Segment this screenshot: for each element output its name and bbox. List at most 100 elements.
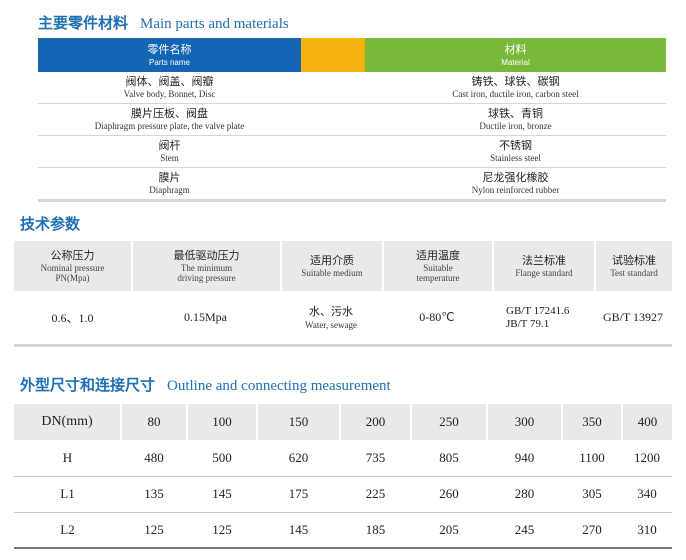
material-zh: 尼龙强化橡胶 <box>482 171 549 184</box>
part-cell: 膜片 Diaphragm <box>38 168 301 199</box>
row-spacer <box>301 168 365 199</box>
header-en: Suitable <box>423 263 453 273</box>
header-en: Nominal pressure <box>40 263 105 273</box>
flange-standard-2: JB/T 79.1 <box>506 317 550 330</box>
medium-zh: 水、污水 <box>309 304 353 318</box>
dimension-value: 205 <box>411 512 487 549</box>
dimension-value: 225 <box>340 476 411 513</box>
part-zh: 膜片压板、阀盘 <box>131 107 208 120</box>
tech-params-table: 公称压力 Nominal pressure PN(Mpa) 最低驱动压力 The… <box>14 241 672 347</box>
dn-value: 300 <box>486 404 562 440</box>
header-parts-name: 零件名称 Parts name <box>38 38 301 72</box>
row-spacer <box>301 72 365 103</box>
dimension-value: 145 <box>187 476 257 513</box>
dimension-value: 185 <box>340 512 411 549</box>
header-en: Flange standard <box>515 268 573 278</box>
table-row: L1 135 145 175 225 260 280 305 340 <box>14 476 672 513</box>
value-flange-standard: GB/T 17241.6 JB/T 79.1 <box>492 291 594 344</box>
header-zh: 公称压力 <box>50 249 95 262</box>
part-en: Diaphragm pressure plate, the valve plat… <box>94 121 245 131</box>
dimension-value: 175 <box>257 476 340 513</box>
part-en: Stem <box>160 153 179 163</box>
dimension-value: 270 <box>562 512 622 549</box>
dimension-value: 125 <box>121 512 187 549</box>
header-flange-standard: 法兰标准 Flange standard <box>492 241 594 291</box>
table-row: H 480 500 620 735 805 940 1100 1200 <box>14 440 672 477</box>
header-en2: PN(Mpa) <box>55 273 90 283</box>
header-suitable-medium: 适用介质 Suitable medium <box>280 241 382 291</box>
header-spacer <box>301 38 365 72</box>
value-test-standard: GB/T 13927 <box>602 310 664 324</box>
header-en: Suitable medium <box>301 268 363 278</box>
row-label: H <box>14 440 121 477</box>
dimension-value: 310 <box>622 512 672 549</box>
material-row: 膜片压板、阀盘 Diaphragm pressure plate, the val… <box>38 104 666 136</box>
part-cell: 阀体、阀盖、阀瓣 Valve body, Bonnet, Disc <box>38 72 301 103</box>
dimension-value: 480 <box>121 440 187 477</box>
dimension-value: 620 <box>257 440 340 477</box>
header-parts-zh: 零件名称 <box>147 42 192 56</box>
header-material-en: Material <box>501 57 530 67</box>
dimension-value: 145 <box>257 512 340 549</box>
header-zh: 适用温度 <box>416 249 460 262</box>
dimension-value: 245 <box>487 512 562 549</box>
part-en: Diaphragm <box>149 185 190 195</box>
material-zh: 不锈钢 <box>499 139 532 152</box>
dimension-value: 340 <box>622 476 672 513</box>
value-min-driving-pressure: 0.15Mpa <box>184 310 227 324</box>
header-en2: temperature <box>416 273 460 283</box>
dn-value: 80 <box>120 404 187 440</box>
dimension-value: 260 <box>411 476 487 513</box>
value-nominal-pressure: 0.6、1.0 <box>51 311 94 325</box>
section-title-dimensions: 外型尺寸和连接尺寸 Outline and connecting measure… <box>20 374 391 395</box>
table-row: L2 125 125 145 185 205 245 270 310 <box>14 512 672 549</box>
material-row: 阀杆 Stem 不锈钢 Stainless steel <box>38 136 666 168</box>
dn-value: 200 <box>339 404 411 440</box>
dn-value: 150 <box>256 404 340 440</box>
value-temperature: 0-80℃ <box>419 310 455 324</box>
material-en: Nylon reinforced rubber <box>471 185 560 195</box>
part-zh: 膜片 <box>158 171 181 184</box>
header-material-zh: 材料 <box>504 42 527 56</box>
materials-table: 零件名称 Parts name 材料 Material 阀体、阀盖、阀瓣 Valv… <box>38 38 666 202</box>
part-en: Valve body, Bonnet, Disc <box>123 89 216 99</box>
header-en: The minimum <box>180 263 233 273</box>
dimension-value: 940 <box>487 440 562 477</box>
header-parts-en: Parts name <box>149 57 190 67</box>
dimension-value: 1200 <box>622 440 672 477</box>
part-cell: 阀杆 Stem <box>38 136 301 167</box>
header-min-driving-pressure: 最低驱动压力 The minimum driving pressure <box>131 241 280 291</box>
material-cell: 铸铁、球铁、碳钢 Cast iron, ductile iron, carbon … <box>365 72 666 103</box>
header-suitable-temperature: 适用温度 Suitable temperature <box>382 241 492 291</box>
dimension-value: 735 <box>340 440 411 477</box>
tech-values-row: 0.6、1.0 0.15Mpa 水、污水 Water, sewage 0-80℃… <box>14 291 672 347</box>
dimension-value: 1100 <box>562 440 622 477</box>
material-cell: 尼龙强化橡胶 Nylon reinforced rubber <box>365 168 666 199</box>
medium-en: Water, sewage <box>305 319 357 330</box>
dimension-value: 135 <box>121 476 187 513</box>
material-zh: 球铁、青铜 <box>488 107 543 120</box>
material-zh: 铸铁、球铁、碳钢 <box>471 75 560 88</box>
dimension-value: 500 <box>187 440 257 477</box>
material-row: 阀体、阀盖、阀瓣 Valve body, Bonnet, Disc 铸铁、球铁、碳钢… <box>38 72 666 104</box>
row-label: L2 <box>14 512 121 549</box>
header-zh: 最低驱动压力 <box>173 249 240 262</box>
section-title-en: Main parts and materials <box>140 16 289 32</box>
material-en: Ductile iron, bronze <box>479 121 552 131</box>
header-material: 材料 Material <box>365 38 666 72</box>
value-suitable-medium: 水、污水 Water, sewage <box>280 291 382 344</box>
dimension-value: 805 <box>411 440 487 477</box>
dimensions-header-row: DN(mm) 80 100 150 200 250 300 350 400 <box>14 404 672 440</box>
tech-header: 公称压力 Nominal pressure PN(Mpa) 最低驱动压力 The… <box>14 241 672 291</box>
section-title-en: Outline and connecting measurement <box>167 378 391 394</box>
material-cell: 不锈钢 Stainless steel <box>365 136 666 167</box>
header-nominal-pressure: 公称压力 Nominal pressure PN(Mpa) <box>14 241 131 291</box>
materials-header: 零件名称 Parts name 材料 Material <box>38 38 666 72</box>
header-zh: 法兰标准 <box>522 254 566 267</box>
dn-value: 250 <box>410 404 487 440</box>
dn-value: 400 <box>621 404 672 440</box>
material-cell: 球铁、青铜 Ductile iron, bronze <box>365 104 666 135</box>
dimensions-table: DN(mm) 80 100 150 200 250 300 350 400 H 480 500 620 7… <box>14 404 672 549</box>
flange-standard-1: GB/T 17241.6 <box>506 304 570 317</box>
dn-label: DN(mm) <box>14 404 121 440</box>
